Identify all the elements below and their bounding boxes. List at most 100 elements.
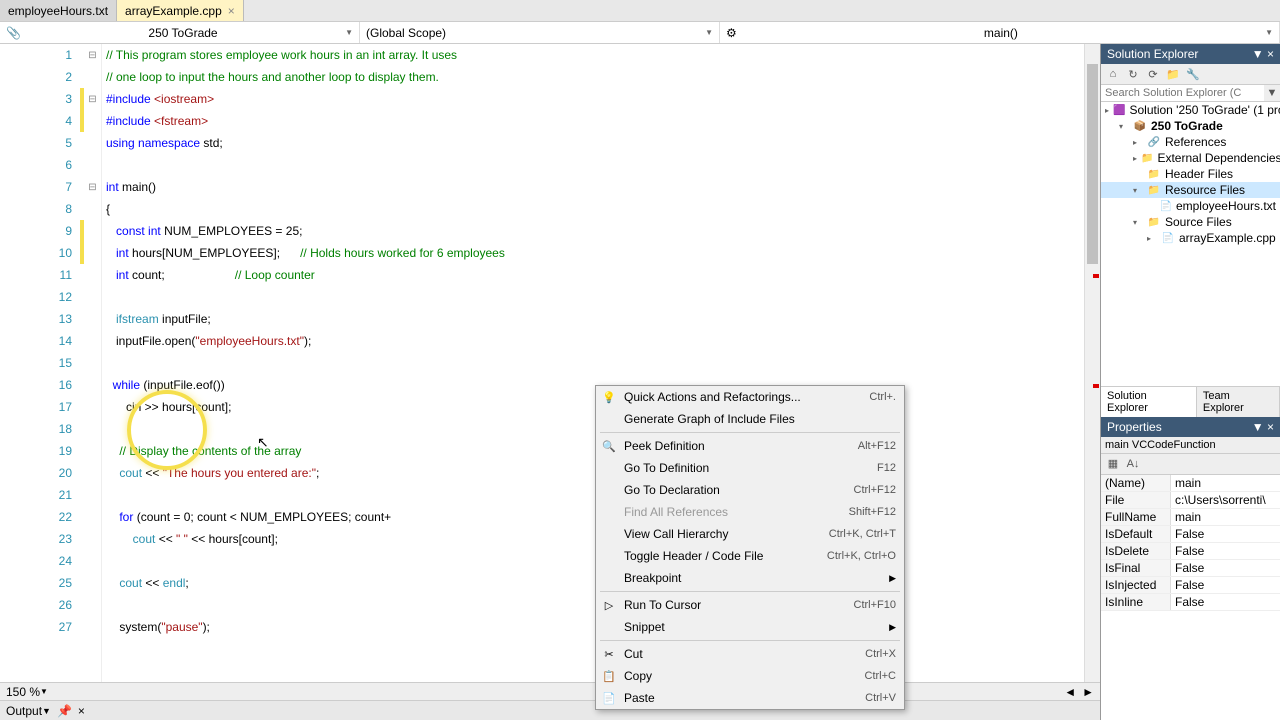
fold-icon[interactable]: ⊟ [84,88,101,110]
fold-icon[interactable] [84,66,101,88]
property-row[interactable]: IsInjectedFalse [1101,577,1280,594]
fold-icon[interactable] [84,220,101,242]
code-line[interactable]: int hours[NUM_EMPLOYEES]; // Holds hours… [106,242,1084,264]
tab-team-explorer[interactable]: Team Explorer [1197,387,1280,417]
tree-item[interactable]: ▸ 🔗 References [1101,134,1280,150]
context-menu-item[interactable]: Breakpoint ▶ [596,567,904,589]
context-menu-item[interactable]: View Call Hierarchy Ctrl+K, Ctrl+T [596,523,904,545]
scroll-right-icon[interactable]: ► [1082,685,1094,699]
property-row[interactable]: IsFinalFalse [1101,560,1280,577]
context-menu-item[interactable]: 📄 Paste Ctrl+V [596,687,904,709]
fold-icon[interactable] [84,352,101,374]
tree-item[interactable]: ▸ 🟪 Solution '250 ToGrade' (1 proje [1101,102,1280,118]
expand-icon[interactable]: ▸ [1133,154,1137,163]
fold-icon[interactable] [84,264,101,286]
categorize-icon[interactable]: ▦ [1105,456,1121,472]
property-row[interactable]: (Name)main [1101,475,1280,492]
tree-item[interactable]: ▾ 📁 Source Files [1101,214,1280,230]
panel-menu-icon[interactable]: ▼ × [1252,47,1274,61]
tree-item[interactable]: ▸ 📁 External Dependencies [1101,150,1280,166]
tree-item[interactable]: 📄 employeeHours.txt [1101,198,1280,214]
fold-icon[interactable] [84,154,101,176]
context-menu-item[interactable]: 🔍 Peek Definition Alt+F12 [596,435,904,457]
property-row[interactable]: IsInlineFalse [1101,594,1280,611]
tree-item[interactable]: 📁 Header Files [1101,166,1280,182]
vertical-scrollbar[interactable] [1084,44,1100,682]
code-line[interactable] [106,154,1084,176]
fold-icon[interactable] [84,374,101,396]
fold-icon[interactable] [84,506,101,528]
fold-icon[interactable] [84,198,101,220]
expand-icon[interactable]: ▾ [1133,218,1143,227]
code-line[interactable]: inputFile.open("employeeHours.txt"); [106,330,1084,352]
code-line[interactable]: using namespace std; [106,132,1084,154]
fold-icon[interactable]: ⊟ [84,44,101,66]
tab-employeehours[interactable]: employeeHours.txt [0,0,117,21]
properties-grid[interactable]: (Name)mainFilec:\Users\sorrenti\FullName… [1101,475,1280,720]
close-icon[interactable]: × [228,4,235,18]
fold-icon[interactable] [84,286,101,308]
code-line[interactable]: #include <iostream> [106,88,1084,110]
expand-icon[interactable]: ▸ [1147,234,1157,243]
fold-icon[interactable] [84,110,101,132]
code-line[interactable]: { [106,198,1084,220]
code-line[interactable]: const int NUM_EMPLOYEES = 25; [106,220,1084,242]
fold-icon[interactable] [84,418,101,440]
fold-icon[interactable] [84,462,101,484]
pin-icon[interactable]: 📌 [57,704,72,718]
code-line[interactable]: #include <fstream> [106,110,1084,132]
tree-item[interactable]: ▸ 📄 arrayExample.cpp [1101,230,1280,246]
expand-icon[interactable]: ▸ [1105,106,1109,115]
close-icon[interactable]: × [78,704,85,718]
property-row[interactable]: FullNamemain [1101,509,1280,526]
sync-icon[interactable]: ⟳ [1145,66,1161,82]
zoom-level[interactable]: 150 % [6,685,40,699]
tree-item[interactable]: ▾ 📁 Resource Files [1101,182,1280,198]
code-line[interactable]: // This program stores employee work hou… [106,44,1084,66]
dropdown-icon[interactable]: ▼ [42,706,51,716]
fold-icon[interactable] [84,330,101,352]
fold-icon[interactable] [84,616,101,638]
fold-icon[interactable] [84,550,101,572]
search-dropdown-icon[interactable]: ▼ [1264,85,1280,101]
search-input[interactable] [1101,85,1264,101]
property-row[interactable]: IsDefaultFalse [1101,526,1280,543]
context-menu-item[interactable]: 💡 Quick Actions and Refactorings... Ctrl… [596,386,904,408]
fold-icon[interactable]: ⊟ [84,176,101,198]
context-menu-item[interactable]: Find All References Shift+F12 [596,501,904,523]
expand-icon[interactable]: ▸ [1133,138,1143,147]
properties-object[interactable]: main VCCodeFunction [1101,437,1280,454]
project-dropdown[interactable]: 📎 250 ToGrade▼ [0,22,360,43]
fold-icon[interactable] [84,528,101,550]
output-panel-header[interactable]: Output ▼ 📌 × [0,700,1100,720]
context-menu-item[interactable]: Snippet ▶ [596,616,904,638]
panel-menu-icon[interactable]: ▼ × [1252,420,1274,434]
expand-icon[interactable]: ▾ [1133,186,1143,195]
property-row[interactable]: Filec:\Users\sorrenti\ [1101,492,1280,509]
context-menu-item[interactable]: Generate Graph of Include Files [596,408,904,430]
fold-icon[interactable] [84,242,101,264]
code-line[interactable]: int count; // Loop counter [106,264,1084,286]
code-editor[interactable]: 1234567891011121314151617181920212223242… [0,44,1100,682]
fold-icon[interactable] [84,132,101,154]
property-row[interactable]: IsDeleteFalse [1101,543,1280,560]
tab-arrayexample[interactable]: arrayExample.cpp× [117,0,244,21]
context-menu-item[interactable]: 📋 Copy Ctrl+C [596,665,904,687]
show-all-icon[interactable]: 📁 [1165,66,1181,82]
scope-dropdown[interactable]: (Global Scope)▼ [360,22,720,43]
properties-icon[interactable]: 🔧 [1185,66,1201,82]
fold-icon[interactable] [84,396,101,418]
context-menu-item[interactable]: ▷ Run To Cursor Ctrl+F10 [596,594,904,616]
context-menu-item[interactable]: Go To Definition F12 [596,457,904,479]
code-line[interactable] [106,286,1084,308]
code-line[interactable]: int main() [106,176,1084,198]
home-icon[interactable]: ⌂ [1105,66,1121,82]
context-menu-item[interactable]: Go To Declaration Ctrl+F12 [596,479,904,501]
scroll-left-icon[interactable]: ◄ [1064,685,1076,699]
tree-item[interactable]: ▾ 📦 250 ToGrade [1101,118,1280,134]
tab-solution-explorer[interactable]: Solution Explorer [1101,387,1197,417]
refresh-icon[interactable]: ↻ [1125,66,1141,82]
fold-icon[interactable] [84,308,101,330]
alpha-icon[interactable]: A↓ [1125,456,1141,472]
fold-icon[interactable] [84,484,101,506]
